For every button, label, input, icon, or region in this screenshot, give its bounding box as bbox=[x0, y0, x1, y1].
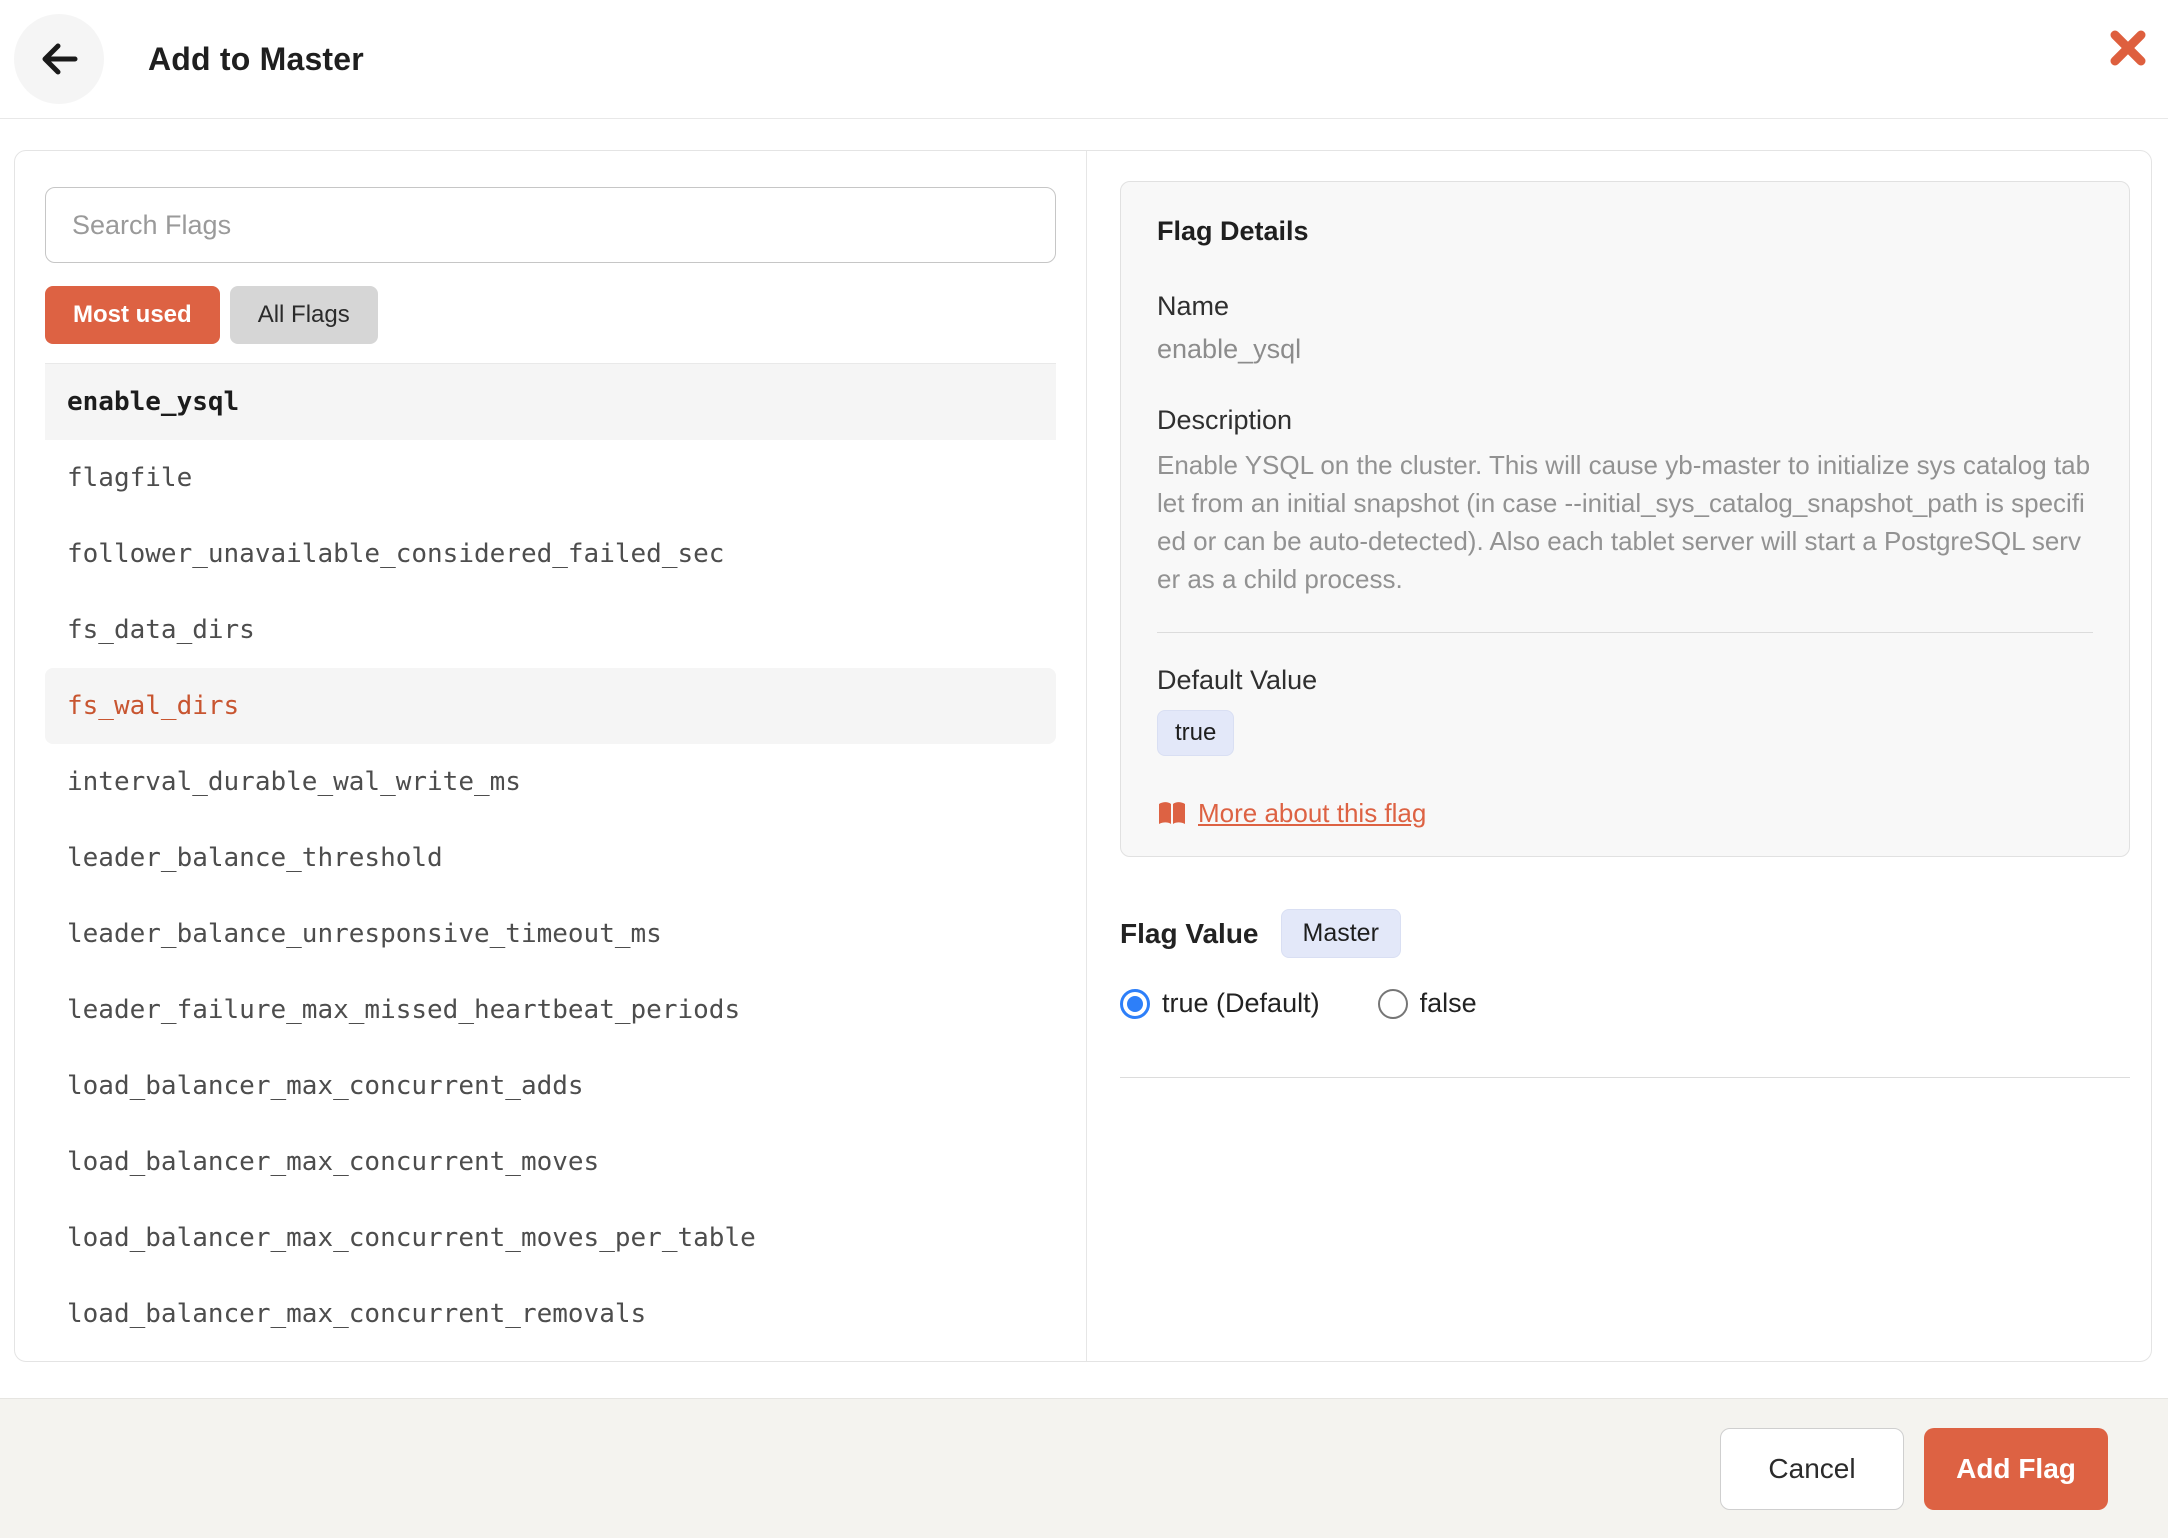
flag-row-fs-data-dirs[interactable]: fs_data_dirs bbox=[45, 592, 1056, 668]
arrow-left-icon bbox=[36, 36, 82, 82]
modal-body: Most used All Flags enable_ysql flagfile… bbox=[14, 150, 2152, 1362]
flag-row-interval-durable-wal[interactable]: interval_durable_wal_write_ms bbox=[45, 744, 1056, 820]
flag-row-leader-balance-threshold[interactable]: leader_balance_threshold bbox=[45, 820, 1056, 896]
flag-row-lb-moves-per-table[interactable]: load_balancer_max_concurrent_moves_per_t… bbox=[45, 1200, 1056, 1276]
radio-option-true[interactable]: true (Default) bbox=[1120, 988, 1320, 1019]
scope-badge-master: Master bbox=[1281, 909, 1401, 958]
more-about-flag-row: More about this flag bbox=[1157, 798, 2093, 829]
more-about-flag-link[interactable]: More about this flag bbox=[1198, 798, 1426, 829]
description-label: Description bbox=[1157, 405, 2093, 436]
page-title: Add to Master bbox=[148, 41, 364, 78]
flag-row-flagfile[interactable]: flagfile bbox=[45, 440, 1056, 516]
modal-header: Add to Master bbox=[0, 0, 2168, 119]
add-flag-button[interactable]: Add Flag bbox=[1924, 1428, 2108, 1510]
flag-row-follower-unavailable[interactable]: follower_unavailable_considered_failed_s… bbox=[45, 516, 1056, 592]
search-input[interactable] bbox=[45, 187, 1056, 263]
default-value-badge: true bbox=[1157, 710, 1234, 756]
modal-footer: Cancel Add Flag bbox=[0, 1398, 2168, 1538]
flag-row-leader-balance-unresponsive[interactable]: leader_balance_unresponsive_timeout_ms bbox=[45, 896, 1056, 972]
flag-description: Enable YSQL on the cluster. This will ca… bbox=[1157, 446, 2093, 598]
flag-filter-tabs: Most used All Flags bbox=[45, 286, 1056, 344]
flag-row-enable-ysql[interactable]: enable_ysql bbox=[45, 364, 1056, 440]
flag-list: enable_ysql flagfile follower_unavailabl… bbox=[45, 363, 1056, 1352]
flag-name-value: enable_ysql bbox=[1157, 334, 2093, 365]
add-flag-modal: Add to Master Most used All Flags enable… bbox=[0, 0, 2168, 1538]
name-label: Name bbox=[1157, 291, 2093, 322]
flag-row-leader-failure-heartbeat[interactable]: leader_failure_max_missed_heartbeat_peri… bbox=[45, 972, 1056, 1048]
flag-value-options: true (Default) false bbox=[1120, 988, 2130, 1019]
tab-all-flags[interactable]: All Flags bbox=[230, 286, 378, 344]
flag-value-row: Flag Value Master bbox=[1120, 909, 2130, 958]
back-button[interactable] bbox=[14, 14, 104, 104]
radio-false-label: false bbox=[1420, 988, 1477, 1019]
flag-details-card: Flag Details Name enable_ysql Descriptio… bbox=[1120, 181, 2130, 857]
close-button[interactable] bbox=[2108, 28, 2148, 68]
radio-option-false[interactable]: false bbox=[1378, 988, 1477, 1019]
flag-row-fs-wal-dirs[interactable]: fs_wal_dirs bbox=[45, 668, 1056, 744]
flag-row-lb-concurrent-adds[interactable]: load_balancer_max_concurrent_adds bbox=[45, 1048, 1056, 1124]
open-book-icon bbox=[1157, 801, 1187, 827]
details-divider bbox=[1157, 632, 2093, 633]
section-divider bbox=[1120, 1077, 2130, 1078]
default-value-label: Default Value bbox=[1157, 665, 2093, 696]
close-icon bbox=[2109, 29, 2147, 67]
flag-value-label: Flag Value bbox=[1120, 918, 1259, 950]
tab-most-used[interactable]: Most used bbox=[45, 286, 220, 344]
flag-row-lb-concurrent-removals[interactable]: load_balancer_max_concurrent_removals bbox=[45, 1276, 1056, 1352]
flag-detail-pane: Flag Details Name enable_ysql Descriptio… bbox=[1086, 151, 2151, 1361]
flag-row-lb-concurrent-moves[interactable]: load_balancer_max_concurrent_moves bbox=[45, 1124, 1056, 1200]
radio-selected-icon[interactable] bbox=[1120, 989, 1150, 1019]
flag-list-pane: Most used All Flags enable_ysql flagfile… bbox=[15, 151, 1086, 1361]
flag-details-title: Flag Details bbox=[1157, 216, 2093, 247]
cancel-button[interactable]: Cancel bbox=[1720, 1428, 1904, 1510]
radio-unselected-icon[interactable] bbox=[1378, 989, 1408, 1019]
radio-true-label: true (Default) bbox=[1162, 988, 1320, 1019]
